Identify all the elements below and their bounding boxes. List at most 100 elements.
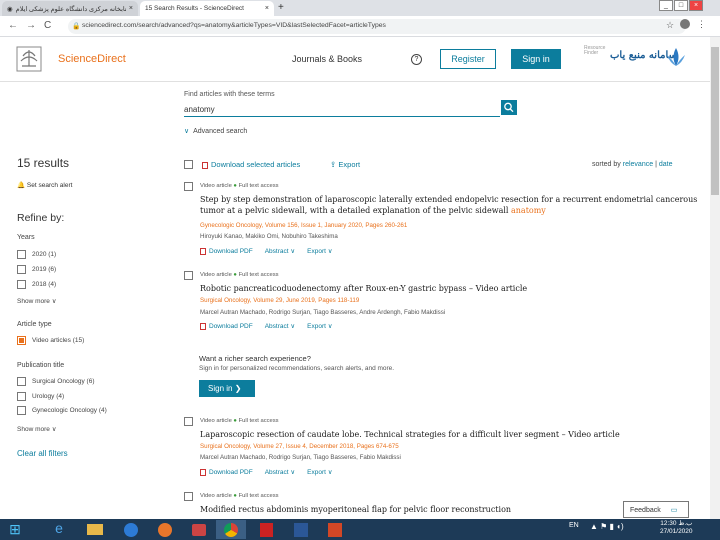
result-checkbox[interactable] — [184, 182, 193, 191]
result-actions: Download PDF Abstract ∨ Export ∨ — [200, 468, 345, 476]
result-checkbox[interactable] — [184, 417, 193, 426]
result-title-link[interactable]: Robotic pancreaticoduodenectomy after Ro… — [200, 283, 700, 294]
bookmark-star-icon[interactable]: ☆ — [666, 20, 674, 31]
reload-button[interactable]: C — [44, 20, 51, 31]
video-articles-checkbox[interactable] — [17, 336, 26, 345]
sorted-by-label: sorted by — [592, 161, 621, 168]
clear-all-filters-link[interactable]: Clear all filters — [17, 449, 68, 458]
language-indicator[interactable]: EN — [569, 522, 579, 529]
browser-tab-sciencedirect[interactable]: 15 Search Results - ScienceDirect × — [140, 1, 274, 16]
export-result-link[interactable]: Export ∨ — [307, 323, 332, 330]
close-tab-icon[interactable]: × — [265, 5, 269, 12]
elsevier-logo-icon[interactable] — [16, 46, 42, 72]
explorer-taskbar-icon[interactable] — [80, 520, 110, 539]
feedback-button[interactable]: Feedback ▭ — [623, 501, 689, 518]
article-type-heading: Article type — [17, 321, 52, 328]
surgical-oncology-checkbox[interactable] — [17, 377, 26, 386]
pdf-icon — [200, 322, 206, 330]
help-icon[interactable]: ? — [411, 54, 422, 65]
clock-date: 27/01/2020 — [660, 528, 693, 535]
register-button[interactable]: Register — [440, 49, 496, 69]
sort-date-link[interactable]: date — [659, 161, 673, 168]
show-more-years-link[interactable]: Show more ∨ — [17, 297, 56, 305]
urology-checkbox[interactable] — [17, 392, 26, 401]
result-actions: Download PDF Abstract ∨ Export ∨ — [200, 322, 345, 330]
download-pdf-link[interactable]: Download PDF — [200, 322, 253, 330]
app-taskbar-icon[interactable] — [184, 520, 214, 539]
surgical-oncology-label: Surgical Oncology (6) — [32, 378, 95, 385]
refine-heading: Refine by: — [17, 212, 65, 224]
chevron-down-icon: ∨ — [51, 426, 57, 433]
search-input[interactable]: anatomy — [184, 101, 500, 117]
year-2019-checkbox[interactable] — [17, 265, 26, 274]
new-tab-button[interactable]: + — [278, 2, 284, 13]
pdf-icon — [202, 161, 208, 169]
powerpoint-taskbar-icon[interactable] — [320, 520, 350, 539]
back-button[interactable]: ← — [8, 20, 18, 31]
export-icon: ⇪ — [330, 160, 337, 169]
export-result-link[interactable]: Export ∨ — [307, 248, 332, 255]
word-taskbar-icon[interactable] — [286, 520, 316, 539]
alert-label: Set search alert — [26, 182, 73, 189]
abstract-toggle[interactable]: Abstract ∨ — [265, 248, 295, 255]
menu-icon[interactable]: ⋮ — [697, 19, 706, 30]
firefox-taskbar-icon[interactable] — [150, 520, 180, 539]
year-2020-checkbox[interactable] — [17, 250, 26, 259]
years-heading: Years — [17, 234, 35, 241]
article-type: Video article — [200, 418, 232, 424]
ie-taskbar-icon[interactable]: e — [44, 520, 74, 539]
profile-icon[interactable] — [680, 19, 690, 29]
close-window-button[interactable]: × — [689, 0, 703, 11]
journals-books-link[interactable]: Journals & Books — [292, 54, 362, 64]
advanced-search-link[interactable]: ∨ Advanced search — [184, 127, 247, 135]
close-tab-icon[interactable]: × — [129, 5, 133, 12]
sort-relevance-link[interactable]: relevance — [623, 161, 653, 168]
sign-in-button[interactable]: Sign in — [511, 49, 561, 69]
advanced-search-label: Advanced search — [193, 128, 248, 135]
chevron-down-icon: ∨ — [184, 128, 190, 135]
search-button[interactable] — [501, 100, 517, 115]
maximize-button[interactable]: □ — [674, 0, 688, 11]
show-more-publications-link[interactable]: Show more ∨ — [17, 425, 56, 433]
sciencedirect-brand[interactable]: ScienceDirect — [58, 53, 126, 65]
result-checkbox[interactable] — [184, 492, 193, 501]
start-button-icon[interactable]: ⊞ — [2, 519, 28, 540]
select-all-checkbox[interactable] — [184, 160, 193, 169]
abstract-label: Abstract — [264, 248, 289, 255]
url-text: sciencedirect.com/search/advanced?qs=ana… — [82, 22, 386, 29]
tray-icons[interactable]: ▲ ⚑ ▮ ◖) — [590, 522, 624, 531]
system-clock[interactable]: 12:30 ب.ظ 27/01/2020 — [660, 520, 693, 536]
abstract-label: Abstract — [264, 323, 289, 330]
result-title-link[interactable]: Laparoscopic resection of caudate lobe. … — [200, 429, 700, 440]
video-articles-label: Video articles (15) — [32, 337, 85, 344]
acrobat-taskbar-icon[interactable] — [252, 520, 282, 539]
year-2018-label: 2018 (4) — [32, 281, 57, 288]
scrollbar-thumb[interactable] — [711, 47, 719, 195]
gynecologic-oncology-checkbox[interactable] — [17, 406, 26, 415]
year-2018-checkbox[interactable] — [17, 280, 26, 289]
export-result-link[interactable]: Export ∨ — [307, 469, 332, 476]
download-pdf-link[interactable]: Download PDF — [200, 247, 253, 255]
minimize-button[interactable]: _ — [659, 0, 673, 11]
media-taskbar-icon[interactable] — [116, 520, 146, 539]
result-meta: Video article ● Full text access — [200, 272, 279, 278]
download-pdf-link[interactable]: Download PDF — [200, 468, 253, 476]
abstract-toggle[interactable]: Abstract ∨ — [265, 323, 295, 330]
tab-title: کتابخانه مرکزی دانشگاه علوم پزشکی ایلام — [15, 5, 126, 13]
export-label: Export — [307, 323, 326, 330]
result-title-link[interactable]: Step by step demonstration of laparoscop… — [200, 194, 700, 216]
chrome-taskbar-icon[interactable] — [216, 520, 246, 539]
set-search-alert-link[interactable]: 🔔 Set search alert — [17, 181, 72, 189]
result-checkbox[interactable] — [184, 271, 193, 280]
export-link[interactable]: ⇪ Export — [330, 160, 360, 169]
result-title-link[interactable]: Modified rectus abdominis myoperitoneal … — [200, 504, 620, 515]
download-selected-link[interactable]: Download selected articles — [202, 160, 300, 169]
download-pdf-label: Download PDF — [209, 248, 253, 255]
browser-tab-library[interactable]: ◉ کتابخانه مرکزی دانشگاه علوم پزشکی ایلا… — [2, 1, 138, 16]
abstract-toggle[interactable]: Abstract ∨ — [265, 469, 295, 476]
promo-sign-in-button[interactable]: Sign in ❯ — [199, 380, 255, 397]
url-input[interactable]: 🔒 sciencedirect.com/search/advanced?qs=a… — [68, 19, 686, 34]
resource-finder-label: Resource Finder — [584, 45, 606, 56]
download-pdf-label: Download PDF — [209, 469, 253, 476]
forward-button[interactable]: → — [26, 20, 36, 31]
